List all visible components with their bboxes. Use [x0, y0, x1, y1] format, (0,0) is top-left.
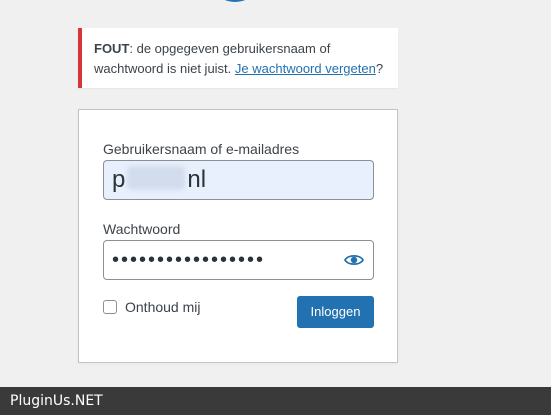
username-value-end: nl: [187, 166, 207, 193]
watermark-text: PluginUs.NET: [10, 393, 103, 409]
wordpress-logo[interactable]: [213, 0, 257, 2]
error-suffix: ?: [375, 61, 384, 76]
login-button[interactable]: Inloggen: [297, 296, 374, 328]
remember-me-label[interactable]: Onthoud mij: [125, 299, 200, 315]
username-input[interactable]: p nl: [103, 160, 374, 200]
watermark-bar: PluginUs.NET: [0, 387, 551, 415]
password-value: •••••••••••••••••: [112, 249, 266, 271]
password-label: Wachtwoord: [103, 221, 181, 237]
login-error-notice: FOUT: de opgegeven gebruikersnaam of wac…: [78, 28, 398, 88]
remember-me-row: Onthoud mij: [103, 298, 200, 316]
redacted-blur: [127, 166, 186, 190]
lost-password-link[interactable]: Je wachtwoord vergeten: [235, 61, 376, 76]
username-value-start: p: [112, 166, 126, 193]
password-input[interactable]: •••••••••••••••••: [103, 240, 374, 280]
username-label: Gebruikersnaam of e-mailadres: [103, 141, 300, 157]
eye-icon[interactable]: [344, 252, 364, 268]
login-form: Gebruikersnaam of e-mailadres p nl Wachtw…: [78, 109, 398, 363]
remember-me-checkbox[interactable]: [103, 300, 117, 314]
error-prefix: FOUT: [94, 41, 130, 56]
